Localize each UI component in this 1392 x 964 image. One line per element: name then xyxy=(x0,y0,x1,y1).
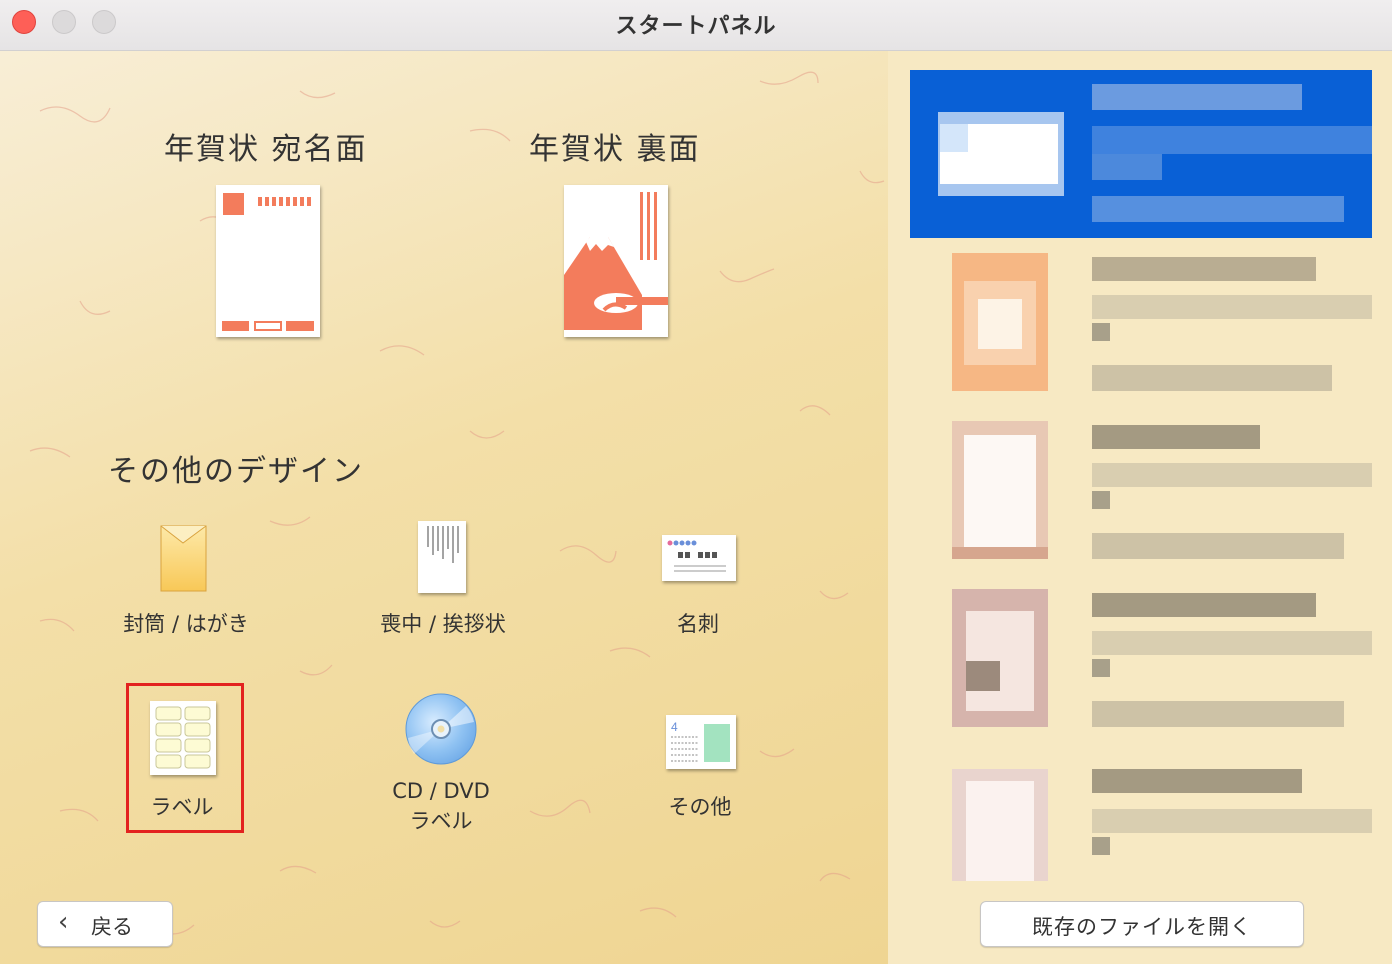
postcard-address-icon xyxy=(222,193,314,331)
cd-disc-icon xyxy=(405,693,477,765)
back-side-heading: 年賀状 裏面 xyxy=(529,132,701,167)
back-button-label: 戻る xyxy=(91,915,133,939)
business-card-icon xyxy=(662,535,736,581)
other-designs-heading: その他のデザイン xyxy=(108,454,364,489)
mourning-card-icon xyxy=(418,521,466,593)
business-card-label: 名刺 xyxy=(677,612,719,636)
start-panel-main: 年賀状 宛名面 年賀状 裏面 その他のデザイン 封筒 / はがき 喪中 / 挨拶… xyxy=(0,51,888,964)
recent-file-selected[interactable] xyxy=(910,70,1372,238)
title-bar: スタートパネル xyxy=(0,0,1392,51)
back-side-card[interactable] xyxy=(564,185,668,337)
open-existing-file-label: 既存のファイルを開く xyxy=(1032,915,1252,939)
mourning-label: 喪中 / 挨拶状 xyxy=(380,612,506,636)
cd-dvd-label-line1: CD / DVD xyxy=(392,779,490,803)
window-title: スタートパネル xyxy=(615,14,777,39)
mount-fuji-icon xyxy=(564,192,668,330)
others-badge: 4 xyxy=(671,720,678,734)
chevron-left-icon: ‹ xyxy=(58,907,69,937)
others-label: その他 xyxy=(668,795,732,819)
back-button[interactable]: ‹ 戻る xyxy=(37,901,173,947)
envelope-label: 封筒 / はがき xyxy=(123,612,249,636)
others-card-icon: 4 xyxy=(666,715,736,769)
envelope-icon xyxy=(160,525,207,592)
open-existing-file-button[interactable]: 既存のファイルを開く xyxy=(980,901,1304,947)
address-side-card[interactable] xyxy=(216,185,320,337)
label-label: ラベル xyxy=(150,795,214,819)
label-sheet-icon xyxy=(150,701,216,775)
file-name-pixelated xyxy=(1092,84,1302,110)
address-side-heading: 年賀状 宛名面 xyxy=(164,132,368,167)
recent-files-panel: 既存のファイルを開く xyxy=(888,51,1392,964)
cd-dvd-label-line2: ラベル xyxy=(409,809,473,833)
